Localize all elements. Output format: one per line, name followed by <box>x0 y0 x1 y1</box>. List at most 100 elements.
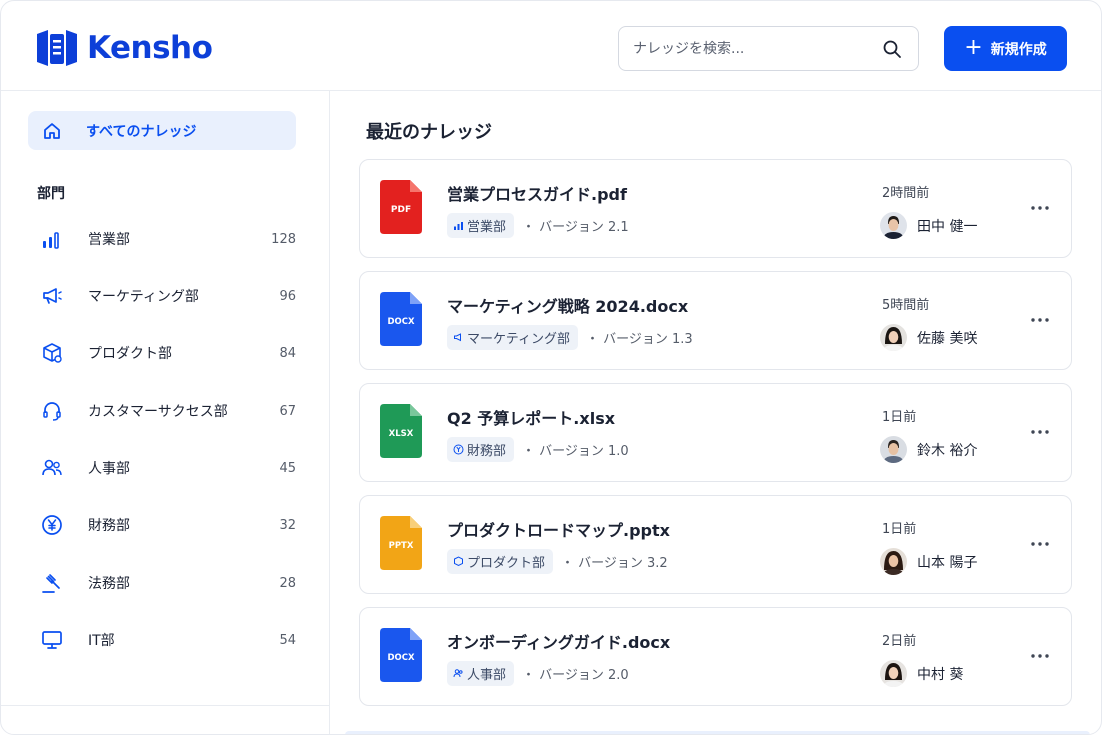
yen-icon <box>40 513 64 537</box>
dept-tag[interactable]: プロダクト部 <box>447 549 554 574</box>
monitor-icon <box>40 628 64 652</box>
avatar <box>880 324 907 351</box>
sidebar-item-it[interactable]: IT部 54 <box>28 620 296 660</box>
author: 田中 健一 <box>880 212 977 239</box>
author-name: 鈴木 裕介 <box>917 442 978 459</box>
section-title-departments: 部門 <box>37 186 65 202</box>
headset-icon <box>40 399 64 423</box>
bar-chart-icon <box>40 227 64 251</box>
box-icon <box>40 341 64 365</box>
dept-tag[interactable]: 営業部 <box>447 213 515 238</box>
more-options-icon[interactable] <box>1028 196 1052 220</box>
dept-tag-label: プロダクト部 <box>467 556 546 571</box>
sidebar-item-customer-success[interactable]: カスタマーサクセス部 67 <box>28 391 296 431</box>
users-icon <box>40 456 64 480</box>
sidebar-item-hr[interactable]: 人事部 45 <box>28 448 296 488</box>
file-meta: 財務部 ・ バージョン 1.0 <box>447 437 629 462</box>
dept-count: 128 <box>271 231 296 247</box>
timestamp: 2時間前 <box>882 186 930 201</box>
dept-count: 28 <box>279 575 296 591</box>
timestamp: 1日前 <box>882 410 917 425</box>
knowledge-card[interactable]: PDF 営業プロセスガイド.pdf 営業部 ・ バージョン 2.1 2時間前 田… <box>359 159 1072 258</box>
sidebar-item-product[interactable]: プロダクト部 84 <box>28 333 296 373</box>
dept-label: 人事部 <box>88 461 130 477</box>
dept-label: 営業部 <box>88 232 130 248</box>
knowledge-card[interactable]: DOCX オンボーディングガイド.docx 人事部 ・ バージョン 2.0 2日… <box>359 607 1072 706</box>
search-box[interactable] <box>618 26 919 71</box>
file-meta: プロダクト部 ・ バージョン 3.2 <box>447 549 668 574</box>
pdf-file-icon: PDF <box>380 180 422 234</box>
dept-tag[interactable]: マーケティング部 <box>447 325 578 350</box>
dept-label: カスタマーサクセス部 <box>88 404 228 420</box>
megaphone-icon <box>40 284 64 308</box>
pptx-file-icon: PPTX <box>380 516 422 570</box>
file-name[interactable]: 営業プロセスガイド.pdf <box>447 181 627 205</box>
avatar <box>880 660 907 687</box>
dept-count: 54 <box>279 632 296 648</box>
search-input[interactable] <box>633 37 873 61</box>
avatar <box>880 436 907 463</box>
sidebar-item-all-knowledge[interactable]: すべてのナレッジ <box>28 111 296 150</box>
dept-label: 法務部 <box>88 576 130 592</box>
footer-highlight <box>345 731 1090 734</box>
timestamp: 5時間前 <box>882 298 930 313</box>
file-meta: 人事部 ・ バージョン 2.0 <box>447 661 629 686</box>
author-name: 山本 陽子 <box>917 554 978 571</box>
file-name[interactable]: プロダクトロードマップ.pptx <box>447 517 670 541</box>
svg-text:XLSX: XLSX <box>389 429 414 439</box>
more-options-icon[interactable] <box>1028 644 1052 668</box>
author: 佐藤 美咲 <box>880 324 977 351</box>
author-name: 田中 健一 <box>917 218 978 235</box>
search-icon[interactable] <box>882 39 902 59</box>
version-text: ・ バージョン 1.3 <box>585 332 693 347</box>
svg-text:PPTX: PPTX <box>389 541 414 551</box>
more-options-icon[interactable] <box>1028 532 1052 556</box>
sidebar-item-sales[interactable]: 営業部 128 <box>28 219 296 259</box>
author-name: 佐藤 美咲 <box>917 330 978 347</box>
timestamp: 1日前 <box>882 522 917 537</box>
knowledge-card[interactable]: XLSX Q2 予算レポート.xlsx 財務部 ・ バージョン 1.0 1日前 … <box>359 383 1072 482</box>
file-name[interactable]: マーケティング戦略 2024.docx <box>447 293 688 317</box>
author-name: 中村 葵 <box>917 666 964 683</box>
author: 鈴木 裕介 <box>880 436 977 463</box>
more-options-icon[interactable] <box>1028 308 1052 332</box>
new-create-button[interactable]: + 新規作成 <box>944 26 1067 71</box>
dept-count: 32 <box>279 517 296 533</box>
plus-icon: + <box>964 34 983 60</box>
dept-tag[interactable]: 人事部 <box>447 661 515 686</box>
knowledge-card[interactable]: DOCX マーケティング戦略 2024.docx マーケティング部 ・ バージョ… <box>359 271 1072 370</box>
yen-icon <box>453 444 464 455</box>
file-meta: 営業部 ・ バージョン 2.1 <box>447 213 629 238</box>
home-icon <box>42 121 62 141</box>
more-options-icon[interactable] <box>1028 420 1052 444</box>
dept-tag[interactable]: 財務部 <box>447 437 515 462</box>
sidebar-item-marketing[interactable]: マーケティング部 96 <box>28 276 296 316</box>
xlsx-file-icon: XLSX <box>380 404 422 458</box>
sidebar-item-legal[interactable]: 法務部 28 <box>28 563 296 603</box>
knowledge-card[interactable]: PPTX プロダクトロードマップ.pptx プロダクト部 ・ バージョン 3.2… <box>359 495 1072 594</box>
file-name[interactable]: オンボーディングガイド.docx <box>447 629 670 653</box>
megaphone-icon <box>454 333 461 342</box>
sidebar-item-finance[interactable]: 財務部 32 <box>28 505 296 545</box>
dept-label: プロダクト部 <box>88 346 172 362</box>
main-content: 最近のナレッジ PDF 営業プロセスガイド.pdf 営業部 ・ バージョン 2.… <box>331 91 1101 734</box>
docx-file-icon: DOCX <box>380 628 422 682</box>
dept-label: マーケティング部 <box>88 289 199 305</box>
version-text: ・ バージョン 3.2 <box>561 556 668 571</box>
dept-label: 財務部 <box>88 518 130 534</box>
dept-tag-label: 営業部 <box>467 220 507 235</box>
new-create-label: 新規作成 <box>990 41 1047 58</box>
logo[interactable]: Kensho <box>35 28 213 68</box>
dept-count: 96 <box>279 288 296 304</box>
dept-count: 67 <box>279 403 296 419</box>
sidebar-item-label: すべてのナレッジ <box>86 123 197 140</box>
author: 中村 葵 <box>880 660 963 687</box>
dept-tag-label: 人事部 <box>467 668 507 683</box>
dept-tag-label: マーケティング部 <box>467 332 570 347</box>
box-icon <box>454 556 463 567</box>
svg-text:DOCX: DOCX <box>387 653 415 663</box>
sidebar: すべてのナレッジ 部門 営業部 128 マーケティング部 96 プロダクト部 8… <box>1 91 330 734</box>
file-name[interactable]: Q2 予算レポート.xlsx <box>447 405 615 429</box>
version-text: ・ バージョン 1.0 <box>522 444 629 459</box>
users-icon <box>453 669 463 678</box>
